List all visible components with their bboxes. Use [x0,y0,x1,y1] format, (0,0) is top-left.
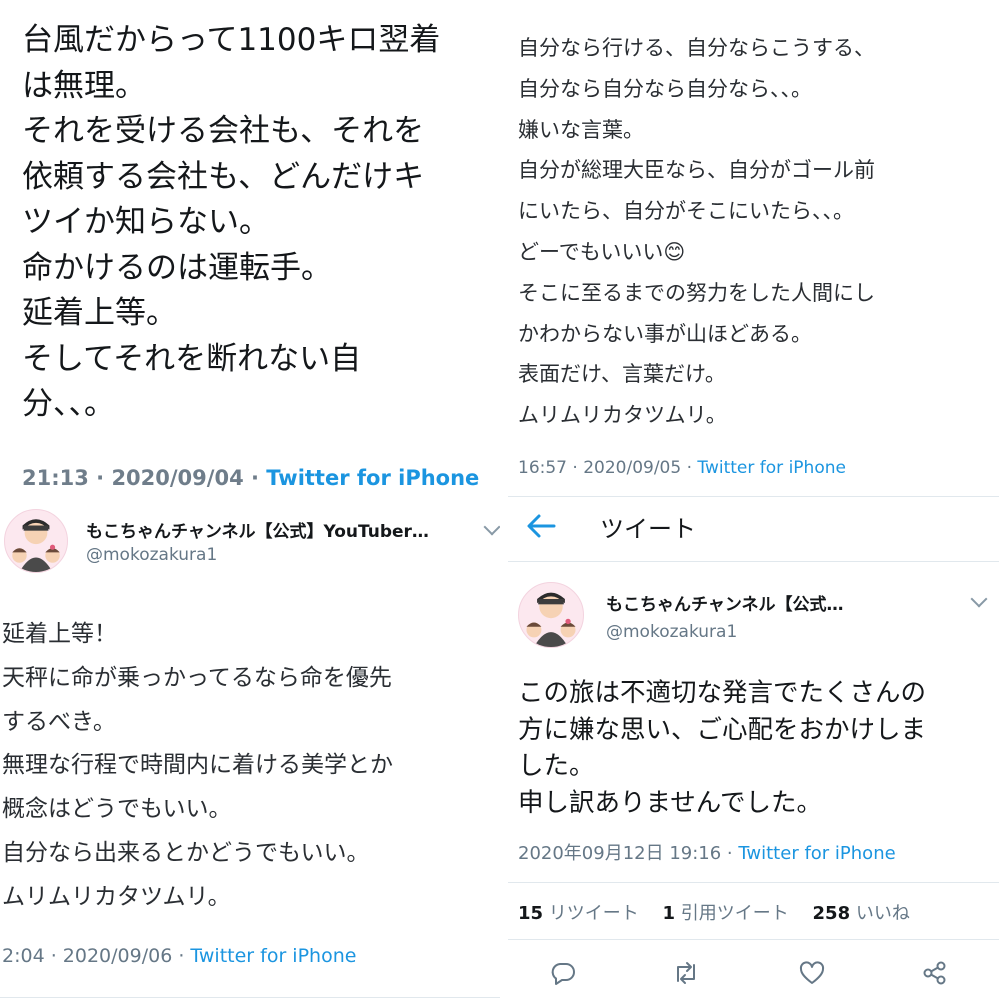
retweets-label: リツイート [543,903,639,924]
reply-icon [551,963,575,985]
avatar[interactable] [4,509,68,573]
user-handle[interactable]: @mokozakura1 [86,545,217,565]
user-display-name[interactable]: もこちゃんチャンネル【公式】YouTuber… [86,517,429,542]
tweet-timestamp: 16:57 · 2020/09/05 · Twitter for iPhone [518,458,846,478]
tweet-timestamp: 2:04 · 2020/09/06 · Twitter for iPhone [2,945,356,967]
like-button[interactable] [798,959,826,987]
tweet-source-link[interactable]: Twitter for iPhone [697,458,846,478]
likes-count: 258 [812,903,851,924]
arrow-left-icon[interactable] [524,511,558,541]
chevron-down-icon[interactable] [970,590,988,608]
avatar-illustration [12,519,60,572]
header-divider [508,561,999,562]
page-title: ツイート [600,515,696,543]
tweet-panel-top-left: 台風だからって1100キロ翌着 は無理。 それを受ける会社も、それを 依頼する会… [0,0,490,497]
retweet-icon [677,962,695,984]
tweet-stats: 15 リツイート 1 引用ツイート 258 いいね [518,899,910,925]
tweet-text: 自分なら行ける、自分ならこうする、 自分なら自分なら自分なら、、。 嫌いな言葉。… [518,36,875,428]
tweet-time: 16:57 · 2020/09/05 · [518,458,698,478]
tweet-source-link[interactable]: Twitter for iPhone [738,843,895,864]
tweet-text: この旅は不適切な発言でたくさんの 方に嫌な思い、ご心配をおかけしま した。 申し… [518,678,927,818]
tweet-time: 21:13 · 2020/09/04 · [22,466,267,490]
divider [508,939,999,940]
reply-button[interactable] [549,959,577,987]
likes-label: いいね [850,903,910,924]
share-icon [923,961,946,985]
vertical-divider [499,0,508,999]
chevron-down-icon[interactable] [483,518,500,536]
retweets-count: 15 [518,903,544,924]
tweet-source-link[interactable]: Twitter for iPhone [190,945,356,967]
retweet-button[interactable] [672,959,700,987]
avatar-illustration [526,592,576,647]
tweet-source-link[interactable]: Twitter for iPhone [266,466,479,490]
user-handle[interactable]: @mokozakura1 [606,622,737,642]
tweet-time: 2:04 · 2020/09/06 · [2,945,191,967]
tweet-text: 延着上等！ 天秤に命が乗っかってるなら命を優先 するべき。 無理な行程で時間内に… [2,621,393,910]
quotes-label: 引用ツイート [675,903,789,924]
quotes-stat[interactable]: 1 引用ツイート [663,903,789,924]
quotes-count: 1 [662,903,676,924]
tweet-panel-top-right: 自分なら行ける、自分ならこうする、 自分なら自分なら自分なら、、。 嫌いな言葉。… [508,0,999,497]
tweet-time: 2020年09月12日 19:16 · [518,843,739,864]
heart-icon [799,961,825,984]
retweets-stat[interactable]: 15 リツイート [518,903,639,924]
tweet-detail-panel: ツイート もこちゃんチャンネル【公式… @mokozakura1 この旅は不適切… [508,497,999,999]
tweet-text: 台風だからって1100キロ翌着 は無理。 それを受ける会社も、それを 依頼する会… [22,22,441,422]
tweet-panel-bottom-left: もこちゃんチャンネル【公式】YouTuber… @mokozakura1 延着上… [0,497,500,999]
tweet-timestamp: 2020年09月12日 19:16 · Twitter for iPhone [518,839,896,865]
user-display-name[interactable]: もこちゃんチャンネル【公式… [606,590,844,615]
divider [0,997,500,998]
tweet-timestamp: 21:13 · 2020/09/04 · Twitter for iPhone [22,466,479,490]
likes-stat[interactable]: 258 いいね [813,903,910,924]
divider [508,882,999,883]
share-button[interactable] [921,959,949,987]
avatar[interactable] [518,582,584,648]
